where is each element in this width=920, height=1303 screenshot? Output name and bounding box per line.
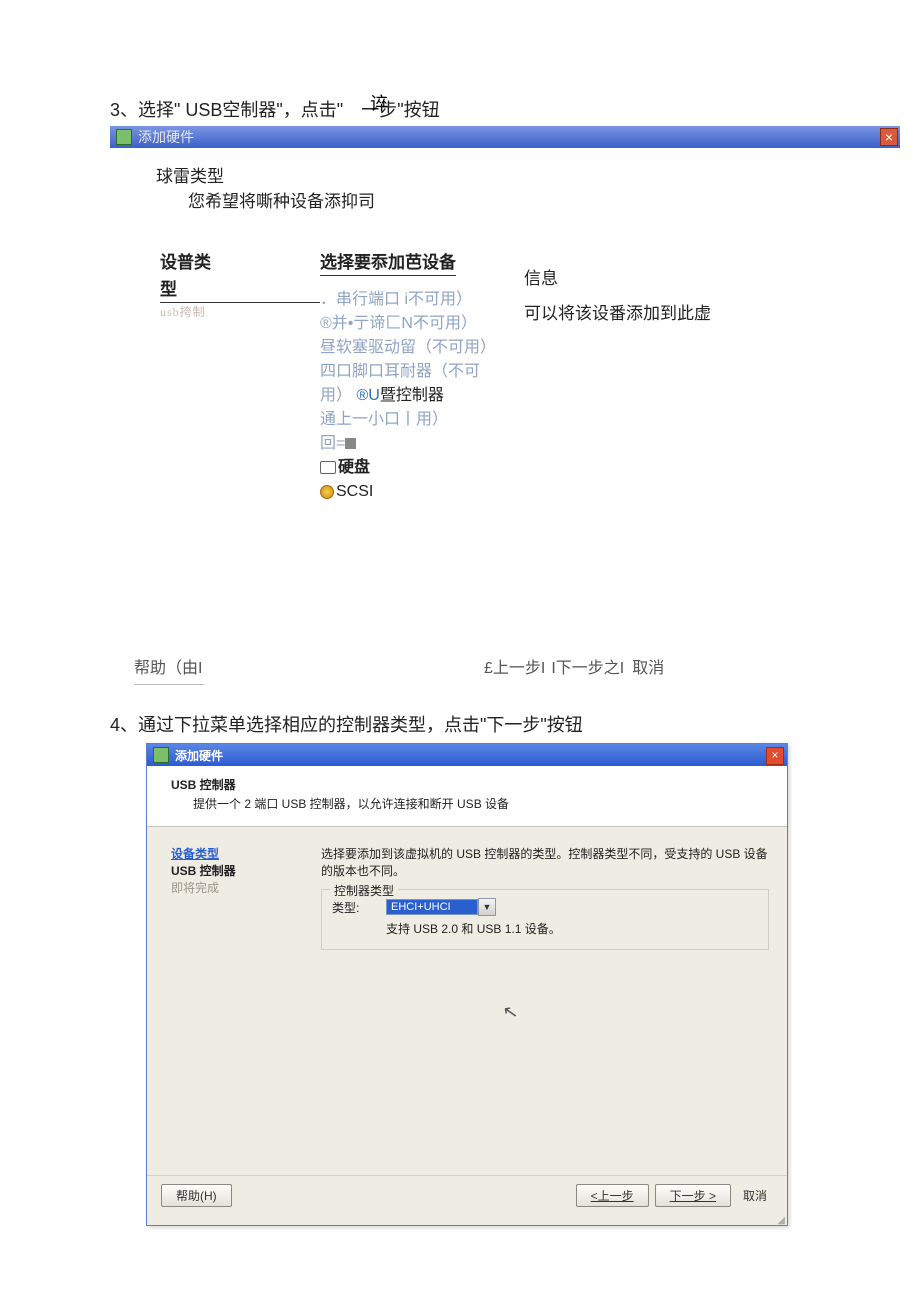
controller-type-legend: 控制器类型 — [330, 882, 398, 899]
dialog2-titlebar: 添加硬件 × — [147, 744, 787, 766]
controller-type-group: 控制器类型 类型: EHCI+UHCI ▼ 支持 USB 2.0 和 USB 1… — [321, 889, 769, 950]
dialog2-body: 设备类型 USB 控制器 即将完成 选择要添加到该虚拟机的 USB 控制器的类型… — [147, 827, 787, 1175]
cancel-button[interactable]: 取消 — [737, 1185, 773, 1206]
info-text: 可以将该设番添加到此虚 — [524, 299, 760, 324]
controller-type-combobox[interactable]: EHCI+UHCI ▼ — [386, 898, 496, 916]
step-device-type[interactable]: 设备类型 — [171, 845, 321, 862]
dialog2-h1: USB 控制器 — [171, 776, 769, 793]
step3-overlay-char: 谇 — [370, 90, 388, 116]
opt-serial: ．串行端口 i不可用） — [320, 288, 500, 312]
close-icon[interactable]: × — [766, 747, 784, 765]
combo-value: EHCI+UHCI — [386, 899, 478, 915]
help-underline — [134, 684, 204, 685]
back-button-1[interactable]: £上一步I — [484, 654, 545, 678]
mid-label: 选择要忝加芭设备 — [320, 248, 456, 276]
scsi-icon — [320, 485, 334, 499]
wizard-icon — [153, 747, 169, 763]
dialog2-steplist: 设备类型 USB 控制器 即将完成 — [171, 845, 321, 1175]
dialog1-right-col: 信息 可以将该设番添加到此虚 — [500, 248, 760, 504]
dialog1-button-row: 帮助（由I £上一步I I下一步之I 取消 — [110, 654, 900, 682]
opt-harddisk[interactable]: 硬盘 — [320, 456, 500, 480]
opt-scsi[interactable]: SCSI — [320, 480, 500, 504]
dialog2-header: USB 控制器 提供一个 2 端口 USB 控制器，以允许连接和断开 USB 设… — [147, 766, 787, 827]
help-button[interactable]: 帮助(H) — [161, 1184, 232, 1207]
left-usb-text: usb挎制 — [160, 303, 320, 320]
dialog1-body: 设普类 型 usb挎制 选择要忝加芭设备 ．串行端口 i不可用） ®并•亍谛匚N… — [110, 218, 900, 504]
dialog2-button-bar: 帮助(H) <上一步 下一步 > 取消 — [147, 1175, 787, 1217]
left-label-a: 设普类 — [160, 248, 320, 275]
step-usb-controller: USB 控制器 — [171, 862, 321, 879]
opt-usb-a: ®U — [356, 387, 379, 404]
opt-generic: 通上一小口丨用） — [320, 408, 500, 432]
opt-audio: 四口脚口耳耐器（不可用） ®U暨控制器 — [320, 360, 500, 408]
type-label: 类型: — [332, 899, 386, 916]
step3-text: 3、选择" USB空制器"，点击" 一步"按钮 — [110, 100, 440, 120]
add-hardware-dialog-2: 添加硬件 × USB 控制器 提供一个 2 端口 USB 控制器，以允许连接和断… — [146, 743, 788, 1226]
dialog1-heading: 球雷类型 您希望将嘶种设备添抑司 — [110, 148, 900, 218]
opt-chip: 回= — [320, 432, 500, 456]
cursor-icon: ↖ — [501, 957, 769, 1024]
next-button-1[interactable]: I下一步之I — [551, 654, 624, 678]
left-label-b: 型 — [160, 275, 320, 303]
resize-grip-icon: ◢ — [147, 1217, 787, 1225]
next-button[interactable]: 下一步 > — [655, 1184, 731, 1207]
chip-icon — [345, 438, 356, 449]
dialog1-mid-col: 选择要忝加芭设备 ．串行端口 i不可用） ®并•亍谛匚N不可用） 昼软塞驱动留（… — [320, 248, 500, 504]
harddisk-icon — [320, 461, 336, 474]
dialog1-heading-line2: 您希望将嘶种设备添抑司 — [156, 187, 900, 212]
step-finish: 即将完成 — [171, 879, 321, 896]
add-hardware-dialog-1: 添加硬件 × 球雷类型 您希望将嘶种设备添抑司 设普类 型 usb挎制 选择要忝… — [110, 126, 900, 685]
dialog2-h2: 提供一个 2 端口 USB 控制器，以允许连接和断开 USB 设备 — [171, 795, 769, 812]
dialog2-main: 选择要添加到该虚拟机的 USB 控制器的类型。控制器类型不同，受支持的 USB … — [321, 845, 769, 1175]
dialog1-heading-line1: 球雷类型 — [156, 162, 900, 187]
opt-floppy: 昼软塞驱动留（不可用） — [320, 336, 500, 360]
dialog2-desc: 选择要添加到该虚拟机的 USB 控制器的类型。控制器类型不同，受支持的 USB … — [321, 845, 769, 879]
back-button[interactable]: <上一步 — [576, 1184, 649, 1207]
step3-caption: 3、选择" USB空制器"，点击" 一步"按钮 谇 — [110, 96, 900, 122]
support-text: 支持 USB 2.0 和 USB 1.1 设备。 — [332, 920, 758, 937]
close-icon[interactable]: × — [880, 128, 898, 146]
dialog1-title: 添加硬件 — [138, 127, 194, 147]
dialog2-title: 添加硬件 — [175, 747, 223, 764]
dialog1-left-col: 设普类 型 usb挎制 — [160, 248, 320, 504]
opt-usb-b: 暨控制器 — [380, 387, 444, 404]
step4-caption: 4、通过下拉菜单选择相应的控制器类型，点击"下一步"按钮 — [110, 711, 900, 737]
help-button-1[interactable]: 帮助（由I — [134, 654, 484, 678]
info-label: 信息 — [524, 264, 760, 289]
chevron-down-icon[interactable]: ▼ — [478, 898, 496, 916]
cancel-button-1[interactable]: 取消 — [632, 654, 664, 678]
wizard-icon — [116, 129, 132, 145]
opt-parallel: ®并•亍谛匚N不可用） — [320, 312, 500, 336]
dialog1-titlebar: 添加硬件 × — [110, 126, 900, 148]
